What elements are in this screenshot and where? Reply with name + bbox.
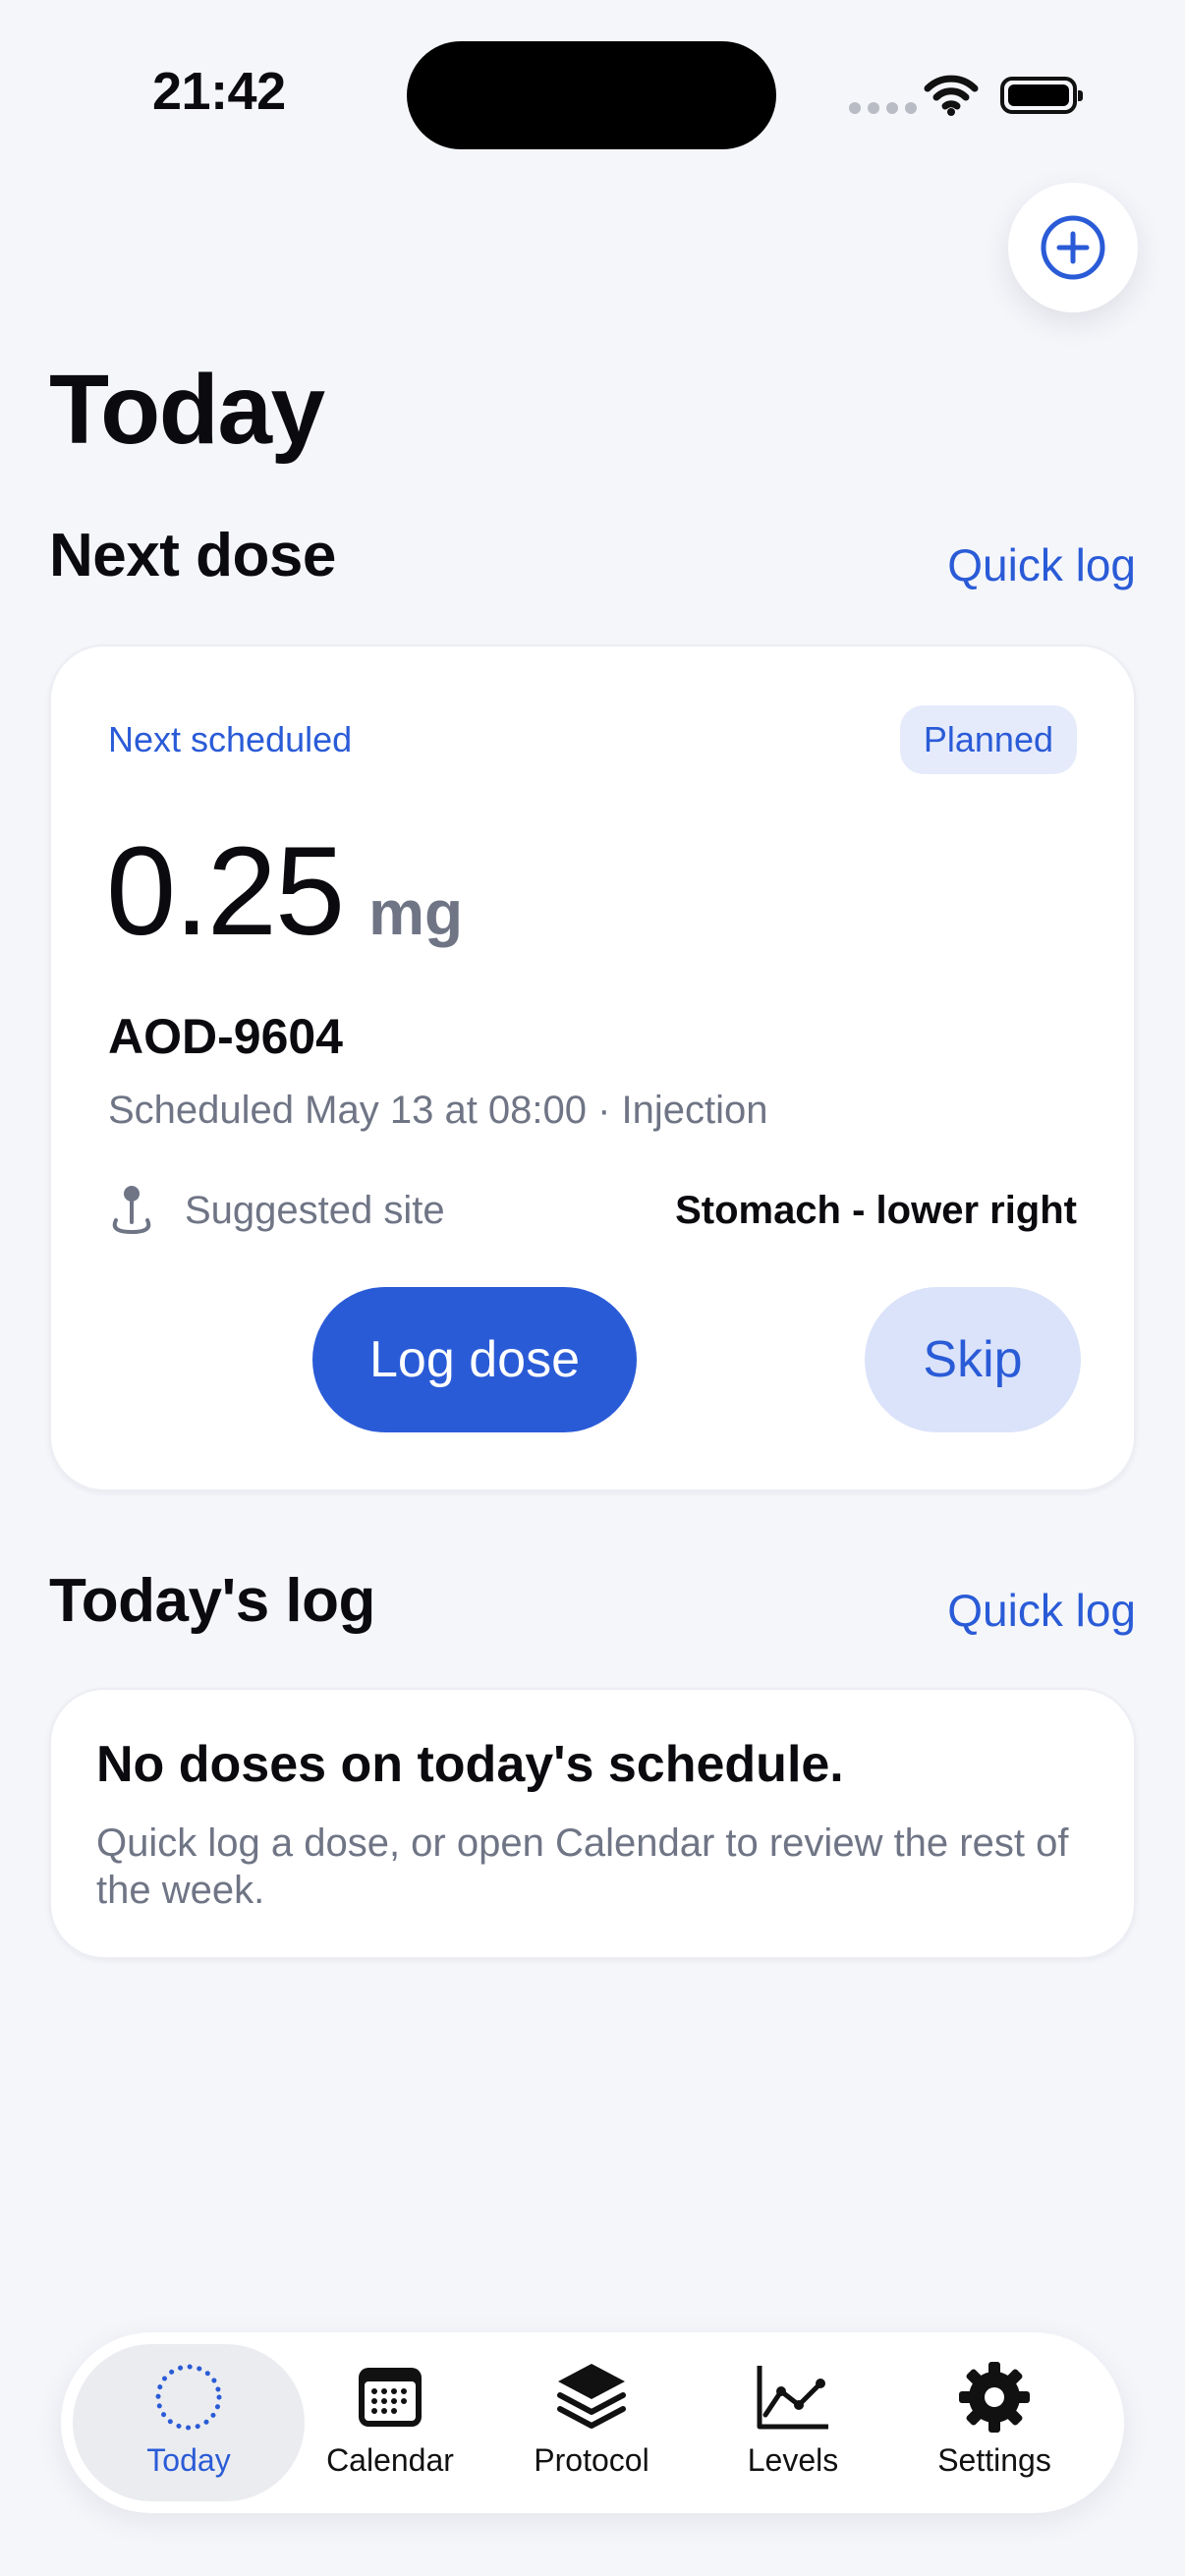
dotted-circle-icon xyxy=(153,2362,224,2433)
battery-icon xyxy=(1000,77,1083,114)
dynamic-island xyxy=(407,41,776,149)
tab-label: Calendar xyxy=(326,2442,454,2478)
chart-line-icon xyxy=(754,2362,832,2433)
suggested-site-value: Stomach - lower right xyxy=(675,1189,1077,1232)
tab-bar: Today Calendar Protocol Levels Settings xyxy=(61,2332,1124,2513)
layers-icon xyxy=(554,2362,629,2433)
calendar-icon xyxy=(355,2362,425,2433)
tab-label: Levels xyxy=(747,2442,839,2478)
pin-icon xyxy=(106,1183,157,1243)
empty-state-description: Quick log a dose, or open Calendar to re… xyxy=(96,1821,1069,1912)
todays-log-section-title: Today's log xyxy=(49,1567,375,1635)
tab-calendar[interactable]: Calendar xyxy=(289,2362,491,2479)
next-dose-card: Next scheduled Planned 0.25 mg AOD-9604 … xyxy=(49,644,1136,1491)
empty-log-card: No doses on today's schedule. Quick log … xyxy=(49,1688,1136,1959)
next-scheduled-label: Next scheduled xyxy=(108,719,353,759)
dose-value: 0.25 xyxy=(106,821,345,962)
tab-protocol[interactable]: Protocol xyxy=(490,2362,693,2479)
wifi-icon xyxy=(924,75,979,121)
add-button[interactable] xyxy=(1008,183,1138,312)
skip-button[interactable]: Skip xyxy=(865,1287,1081,1432)
empty-state-title: No doses on today's schedule. xyxy=(96,1736,844,1793)
status-time: 21:42 xyxy=(152,62,286,121)
drug-name: AOD-9604 xyxy=(108,1009,343,1064)
next-dose-section-title: Next dose xyxy=(49,522,336,589)
plus-circle-icon xyxy=(1041,215,1105,280)
tab-levels[interactable]: Levels xyxy=(692,2362,894,2479)
cellular-signal-icon xyxy=(849,102,917,114)
page-title: Today xyxy=(49,355,325,465)
tab-label: Today xyxy=(146,2442,231,2478)
log-dose-button[interactable]: Log dose xyxy=(312,1287,637,1432)
gear-icon xyxy=(957,2362,1032,2433)
schedule-text: Scheduled May 13 at 08:00 · Injection xyxy=(108,1089,768,1132)
todays-log-quick-log-link[interactable]: Quick log xyxy=(947,1584,1136,1637)
suggested-site-label: Suggested site xyxy=(185,1189,445,1232)
tab-label: Settings xyxy=(937,2442,1051,2478)
status-badge: Planned xyxy=(899,705,1077,774)
dose-unit: mg xyxy=(368,877,464,948)
tab-settings[interactable]: Settings xyxy=(893,2362,1096,2479)
next-dose-quick-log-link[interactable]: Quick log xyxy=(947,538,1136,591)
tab-label: Protocol xyxy=(534,2442,649,2478)
tab-today[interactable]: Today xyxy=(87,2362,290,2479)
dose-amount: 0.25 mg xyxy=(106,819,463,964)
